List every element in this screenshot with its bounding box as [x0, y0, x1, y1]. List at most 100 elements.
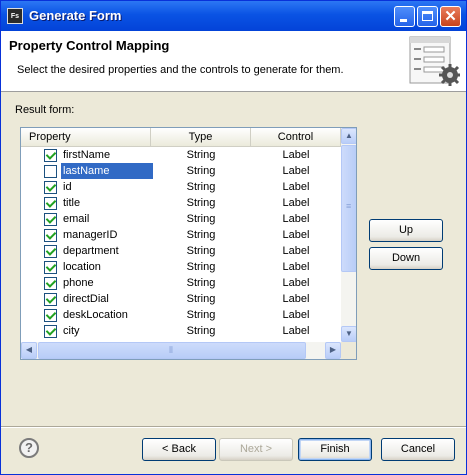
close-button[interactable]: ✕: [440, 6, 461, 27]
scroll-corner: [341, 342, 356, 359]
property-type: String: [186, 293, 216, 305]
property-control[interactable]: Label: [251, 147, 341, 163]
property-control[interactable]: Label: [251, 323, 341, 339]
property-name: phone: [63, 277, 94, 289]
column-header-control[interactable]: Control: [251, 128, 341, 146]
property-name: department: [63, 245, 119, 257]
table-row[interactable]: id String Label: [21, 179, 341, 195]
include-checkbox[interactable]: [44, 165, 57, 178]
property-type: String: [186, 245, 216, 257]
property-table[interactable]: Property Type Control firstName String Lab…: [20, 127, 357, 360]
property-name: location: [63, 261, 101, 273]
property-type: String: [186, 261, 216, 273]
property-name: lastName: [61, 163, 153, 179]
property-type: String: [186, 277, 216, 289]
app-icon: Fs: [7, 8, 23, 24]
property-type: String: [186, 229, 216, 241]
property-control[interactable]: Label: [251, 307, 341, 323]
table-row[interactable]: managerID String Label: [21, 227, 341, 243]
include-checkbox[interactable]: [44, 181, 57, 194]
table-row[interactable]: phone String Label: [21, 275, 341, 291]
footer-divider: [1, 426, 466, 428]
property-name: firstName: [63, 149, 111, 161]
include-checkbox[interactable]: [44, 197, 57, 210]
property-type: String: [186, 309, 216, 321]
table-header: Property Type Control: [21, 128, 341, 147]
property-control[interactable]: Label: [251, 275, 341, 291]
form-gear-icon: [409, 36, 460, 86]
property-name: title: [63, 197, 81, 209]
column-header-type[interactable]: Type: [151, 128, 251, 146]
column-header-property[interactable]: Property: [21, 128, 151, 146]
window-title: Generate Form: [29, 8, 122, 23]
property-name: email: [63, 213, 90, 225]
title-bar[interactable]: Fs Generate Form ✕: [1, 1, 466, 31]
page-title: Property Control Mapping: [9, 38, 170, 53]
horizontal-scrollbar[interactable]: ◀ ⦀ ▶: [21, 342, 341, 359]
property-control[interactable]: Label: [251, 259, 341, 275]
table-row[interactable]: firstName String Label: [21, 147, 341, 163]
include-checkbox[interactable]: [44, 309, 57, 322]
down-button[interactable]: Down: [369, 247, 443, 270]
table-row[interactable]: email String Label: [21, 211, 341, 227]
include-checkbox[interactable]: [44, 293, 57, 306]
table-body: firstName String Label lastName String Label…: [21, 147, 341, 342]
include-checkbox[interactable]: [44, 277, 57, 290]
dialog-window: Fs Generate Form ✕ Property Control Mapp…: [0, 0, 467, 475]
property-name: deskLocation: [63, 309, 128, 321]
property-type: String: [186, 149, 216, 161]
property-name: managerID: [63, 229, 118, 241]
close-icon: ✕: [444, 8, 457, 25]
vertical-scroll-thumb[interactable]: ≡: [341, 145, 356, 272]
property-name: city: [63, 325, 80, 337]
table-row[interactable]: lastName String Label: [21, 163, 341, 179]
include-checkbox[interactable]: [44, 213, 57, 226]
table-row[interactable]: city String Label: [21, 323, 341, 339]
minimize-icon: [400, 19, 407, 22]
include-checkbox[interactable]: [44, 245, 57, 258]
property-name: directDial: [63, 293, 109, 305]
property-control[interactable]: Label: [251, 195, 341, 211]
up-button[interactable]: Up: [369, 219, 443, 242]
result-form-label: Result form:: [15, 104, 75, 116]
maximize-button[interactable]: [417, 6, 438, 27]
page-description: Select the desired properties and the co…: [17, 64, 344, 76]
table-row[interactable]: deskLocation String Label: [21, 307, 341, 323]
vertical-scrollbar[interactable]: ▲ ≡ ▼: [341, 128, 356, 342]
grip-icon: ≡: [346, 201, 352, 211]
table-row[interactable]: department String Label: [21, 243, 341, 259]
property-control[interactable]: Label: [251, 291, 341, 307]
property-control[interactable]: Label: [251, 179, 341, 195]
property-name: id: [63, 181, 72, 193]
back-button[interactable]: < Back: [142, 438, 216, 461]
include-checkbox[interactable]: [44, 229, 57, 242]
include-checkbox[interactable]: [44, 149, 57, 162]
scroll-right-icon[interactable]: ▶: [325, 342, 341, 359]
table-row[interactable]: directDial String Label: [21, 291, 341, 307]
property-control[interactable]: Label: [251, 211, 341, 227]
scroll-up-icon[interactable]: ▲: [341, 128, 356, 144]
property-type: String: [186, 181, 216, 193]
property-control[interactable]: Label: [251, 163, 341, 179]
property-type: String: [186, 213, 216, 225]
property-type: String: [186, 165, 216, 177]
property-type: String: [186, 197, 216, 209]
minimize-button[interactable]: [394, 6, 415, 27]
grip-icon: ⦀: [169, 345, 173, 355]
finish-button[interactable]: Finish: [298, 438, 372, 461]
cancel-button[interactable]: Cancel: [381, 438, 455, 461]
property-control[interactable]: Label: [251, 243, 341, 259]
scroll-left-icon[interactable]: ◀: [21, 342, 37, 359]
property-type: String: [186, 325, 216, 337]
scroll-down-icon[interactable]: ▼: [341, 326, 356, 342]
table-row[interactable]: title String Label: [21, 195, 341, 211]
include-checkbox[interactable]: [44, 325, 57, 338]
next-button[interactable]: Next >: [219, 438, 293, 461]
table-row[interactable]: location String Label: [21, 259, 341, 275]
include-checkbox[interactable]: [44, 261, 57, 274]
wizard-header: Property Control Mapping Select the desi…: [1, 31, 466, 92]
help-icon[interactable]: ?: [19, 438, 39, 458]
property-control[interactable]: Label: [251, 227, 341, 243]
maximize-icon: [422, 11, 433, 21]
horizontal-scroll-thumb[interactable]: ⦀: [38, 342, 306, 359]
